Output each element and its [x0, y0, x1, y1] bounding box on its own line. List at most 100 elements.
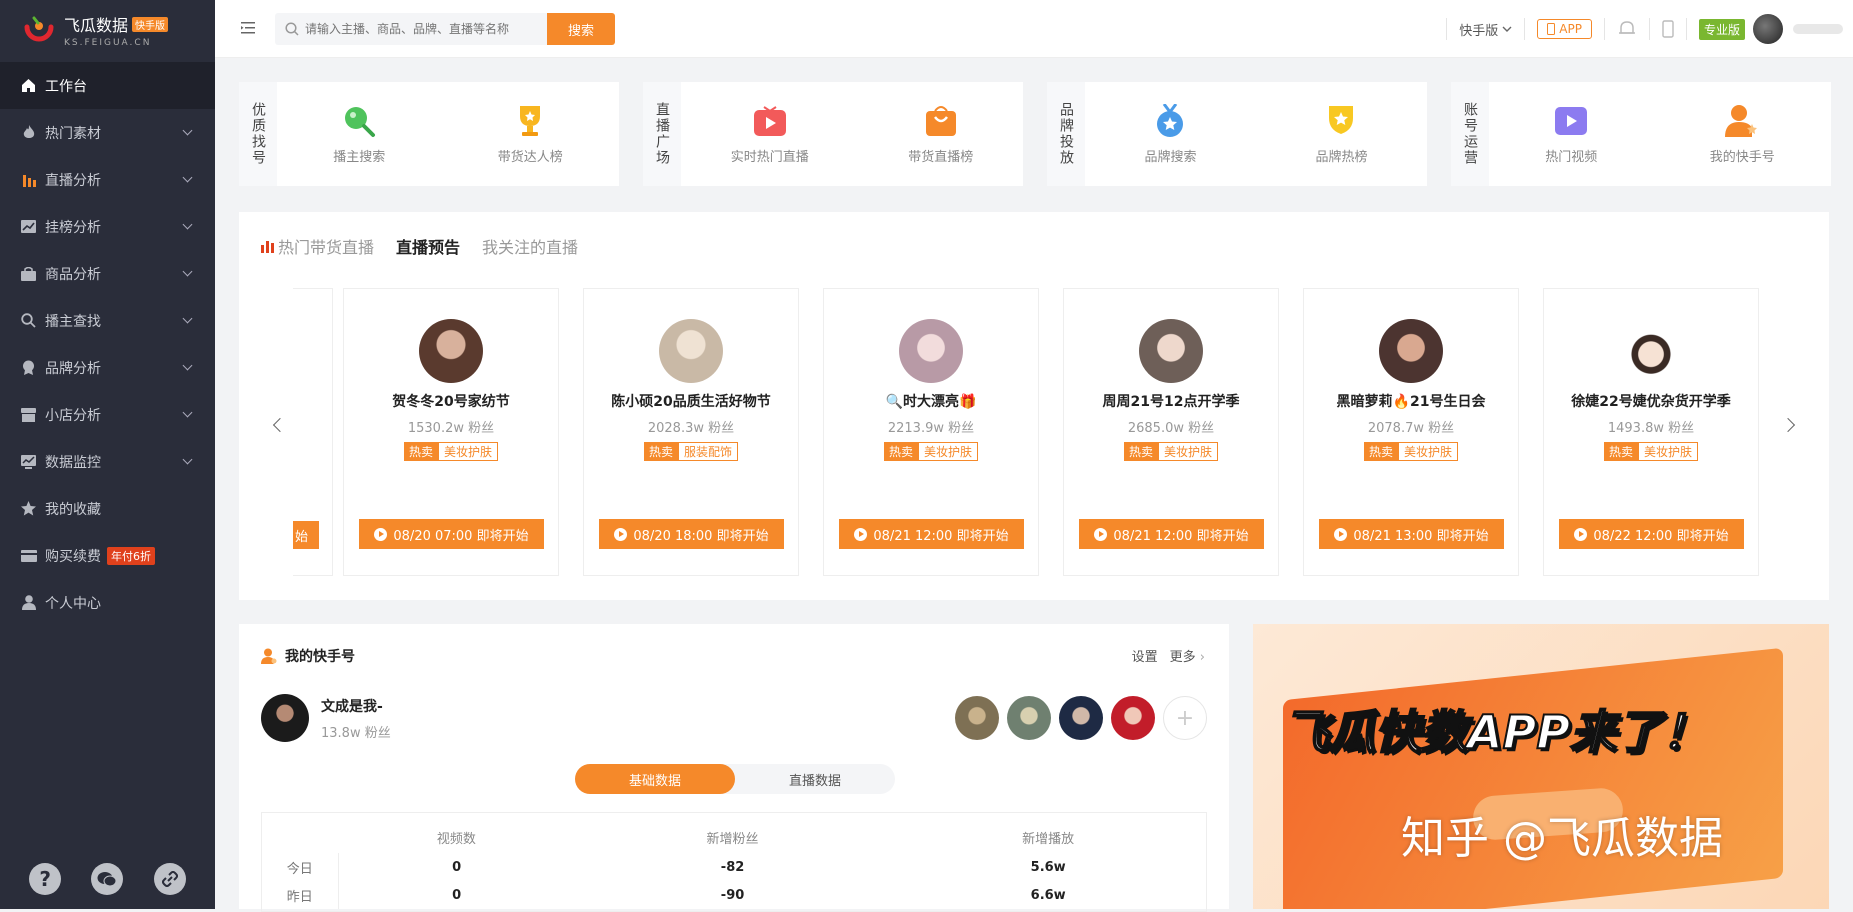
live-card[interactable]: 陈小硕20品质生活好物节 2028.3w 粉丝 热卖 服装配饰 08/20 18:…	[583, 288, 799, 576]
avatar[interactable]	[1111, 696, 1155, 740]
sidebar-item-favorites[interactable]: 我的收藏	[0, 485, 215, 532]
live-card-partial[interactable]: 始	[293, 288, 333, 576]
start-time-button[interactable]: 08/20 07:00 即将开始	[359, 519, 544, 549]
stats-table: 视频数 新增粉丝 新增播放 今日 0 -82 5.6w 昨日 0 -90 6.6…	[261, 812, 1207, 912]
search-input[interactable]	[305, 22, 535, 36]
quick-item-label: 带货直播榜	[908, 149, 974, 165]
user-name-blurred[interactable]	[1793, 24, 1843, 34]
start-time-button[interactable]: 08/21 12:00 即将开始	[839, 519, 1024, 549]
category-tag: 美妆护肤	[438, 442, 499, 461]
more-label: 更多	[1169, 650, 1196, 665]
cell-value: 5.6w	[1030, 859, 1066, 875]
live-card[interactable]: 徐婕22号婕优杂货开学季 1493.8w 粉丝 热卖 美妆护肤 08/22 12:…	[1543, 288, 1759, 576]
sidebar-item-hot-material[interactable]: 热门素材	[0, 109, 215, 156]
link-icon[interactable]	[153, 863, 186, 895]
more-link[interactable]: 更多 ›	[1170, 646, 1205, 665]
star-icon	[20, 500, 37, 517]
avatar[interactable]	[1753, 14, 1783, 44]
quick-card-label: 优质找号	[239, 82, 277, 186]
quick-item-label: 热门视频	[1545, 149, 1598, 165]
notification-icon[interactable]	[1617, 20, 1637, 38]
start-time-button[interactable]: 08/20 18:00 即将开始	[599, 519, 784, 549]
quick-card-label: 品牌投放	[1047, 82, 1085, 186]
sidebar-item-profile[interactable]: 个人中心	[0, 579, 215, 626]
start-time-button[interactable]: 08/22 12:00 即将开始	[1559, 519, 1744, 549]
feigua-logo-icon	[24, 16, 54, 42]
sidebar-item-live-analysis[interactable]: 直播分析	[0, 156, 215, 203]
sidebar-item-purchase[interactable]: 购买续费 年付6折	[0, 532, 215, 579]
app-promo-banner[interactable]: 飞瓜快数APP来了！ 知乎 @飞瓜数据	[1253, 624, 1829, 909]
avatar[interactable]	[261, 694, 309, 742]
quick-card-operation: 账号运营 热门视频 我的快手号	[1451, 82, 1831, 186]
hot-tag: 热卖	[883, 442, 918, 461]
store-icon	[20, 406, 37, 423]
sidebar-item-brand-analysis[interactable]: 品牌分析	[0, 344, 215, 391]
start-time-button[interactable]: 08/21 13:00 即将开始	[1319, 519, 1504, 549]
sidebar-item-product-analysis[interactable]: 商品分析	[0, 250, 215, 297]
sidebar-item-data-monitor[interactable]: 数据监控	[0, 438, 215, 485]
quick-item-realtime-live[interactable]: 实时热门直播	[731, 104, 809, 165]
chevron-left-icon[interactable]	[272, 417, 288, 433]
add-account-button[interactable]: +	[1163, 696, 1207, 740]
tab-live-preview[interactable]: 直播预告	[396, 234, 460, 258]
cell-value: -82	[720, 859, 745, 875]
sidebar-item-workbench[interactable]: 工作台	[0, 62, 215, 109]
start-time-label: 08/21 13:00 即将开始	[1353, 528, 1489, 544]
quick-item-brand-hot[interactable]: 品牌热榜	[1315, 104, 1368, 165]
settings-link[interactable]: 设置	[1132, 646, 1158, 665]
tab-basic-data[interactable]: 基础数据	[575, 764, 735, 794]
start-time-button[interactable]: 08/21 12:00 即将开始	[1079, 519, 1264, 549]
monitor-icon	[20, 453, 37, 470]
avatar[interactable]	[955, 696, 999, 740]
version-label: 快手版	[1459, 23, 1499, 39]
sidebar-footer: ?	[0, 863, 215, 895]
avatar[interactable]	[1059, 696, 1103, 740]
live-card[interactable]: 贺冬冬20号家纺节 1530.2w 粉丝 热卖 美妆护肤 08/20 07:00 …	[343, 288, 559, 576]
sidebar-item-label: 直播分析	[45, 172, 101, 189]
tab-live-data[interactable]: 直播数据	[735, 764, 895, 794]
chevron-down-icon	[182, 125, 193, 136]
banner-title: 飞瓜快数APP来了！	[1282, 704, 1709, 760]
version-select[interactable]: 快手版	[1459, 20, 1512, 39]
sidebar: 飞瓜数据 快手版 KS.FEIGUA.CN 工作台 热门素材 直播分析 挂榜分析 …	[0, 0, 215, 909]
sidebar-item-streamer-search[interactable]: 播主查找	[0, 297, 215, 344]
brand-version-tag[interactable]: 快手版	[132, 16, 169, 32]
mobile-icon[interactable]	[1662, 20, 1674, 38]
menu-fold-icon[interactable]	[241, 21, 255, 35]
live-card[interactable]: 🔍时大漂亮🎁 2213.9w 粉丝 热卖 美妆护肤 08/21 12:00 即将开…	[823, 288, 1039, 576]
avatar	[659, 319, 723, 383]
live-card[interactable]: 黑暗萝莉🔥21号生日会 2078.7w 粉丝 热卖 美妆护肤 08/21 13:0…	[1303, 288, 1519, 576]
pro-badge: 专业版	[1698, 18, 1745, 40]
fans-count: 2213.9w 粉丝	[887, 421, 975, 436]
quick-item-my-account[interactable]: 我的快手号	[1710, 104, 1775, 165]
sidebar-item-rank-analysis[interactable]: 挂榜分析	[0, 203, 215, 250]
quick-card-label: 直播广场	[643, 82, 681, 186]
start-time-button[interactable]: 始	[293, 521, 319, 549]
cell-value: -90	[720, 887, 745, 903]
avatar	[1619, 319, 1683, 383]
quick-item-goods-rank[interactable]: 带货达人榜	[498, 104, 563, 165]
chevron-right-icon[interactable]	[1780, 417, 1796, 433]
play-icon	[854, 527, 868, 541]
quick-item-goods-live-rank[interactable]: 带货直播榜	[908, 104, 973, 165]
quick-item-streamer-search[interactable]: 播主搜索	[333, 104, 385, 165]
avatar[interactable]	[1007, 696, 1051, 740]
phone-icon	[1547, 23, 1556, 35]
app-download-button[interactable]: APP	[1537, 19, 1592, 39]
quick-item-brand-search[interactable]: 品牌搜索	[1144, 103, 1197, 165]
tab-followed-live[interactable]: 我关注的直播	[482, 234, 578, 258]
help-icon[interactable]: ?	[29, 863, 62, 895]
user-icon	[20, 594, 37, 611]
start-time-label: 08/21 12:00 即将开始	[1113, 528, 1249, 544]
brand-name: 飞瓜数据	[64, 16, 129, 35]
divider	[1685, 18, 1687, 40]
quick-item-hot-video[interactable]: 热门视频	[1545, 104, 1597, 165]
wechat-icon[interactable]	[91, 863, 124, 895]
live-card[interactable]: 周周21号12点开学季 2685.0w 粉丝 热卖 美妆护肤 08/21 12:0…	[1063, 288, 1279, 576]
chevron-down-icon	[182, 313, 193, 324]
search-button[interactable]: 搜索	[547, 13, 615, 45]
sidebar-item-shop-analysis[interactable]: 小店分析	[0, 391, 215, 438]
brand-logo[interactable]: 飞瓜数据 快手版 KS.FEIGUA.CN	[0, 0, 215, 60]
tab-hot-live[interactable]: 热门带货直播	[261, 234, 374, 258]
fans-count: 1530.2w 粉丝	[407, 421, 495, 436]
